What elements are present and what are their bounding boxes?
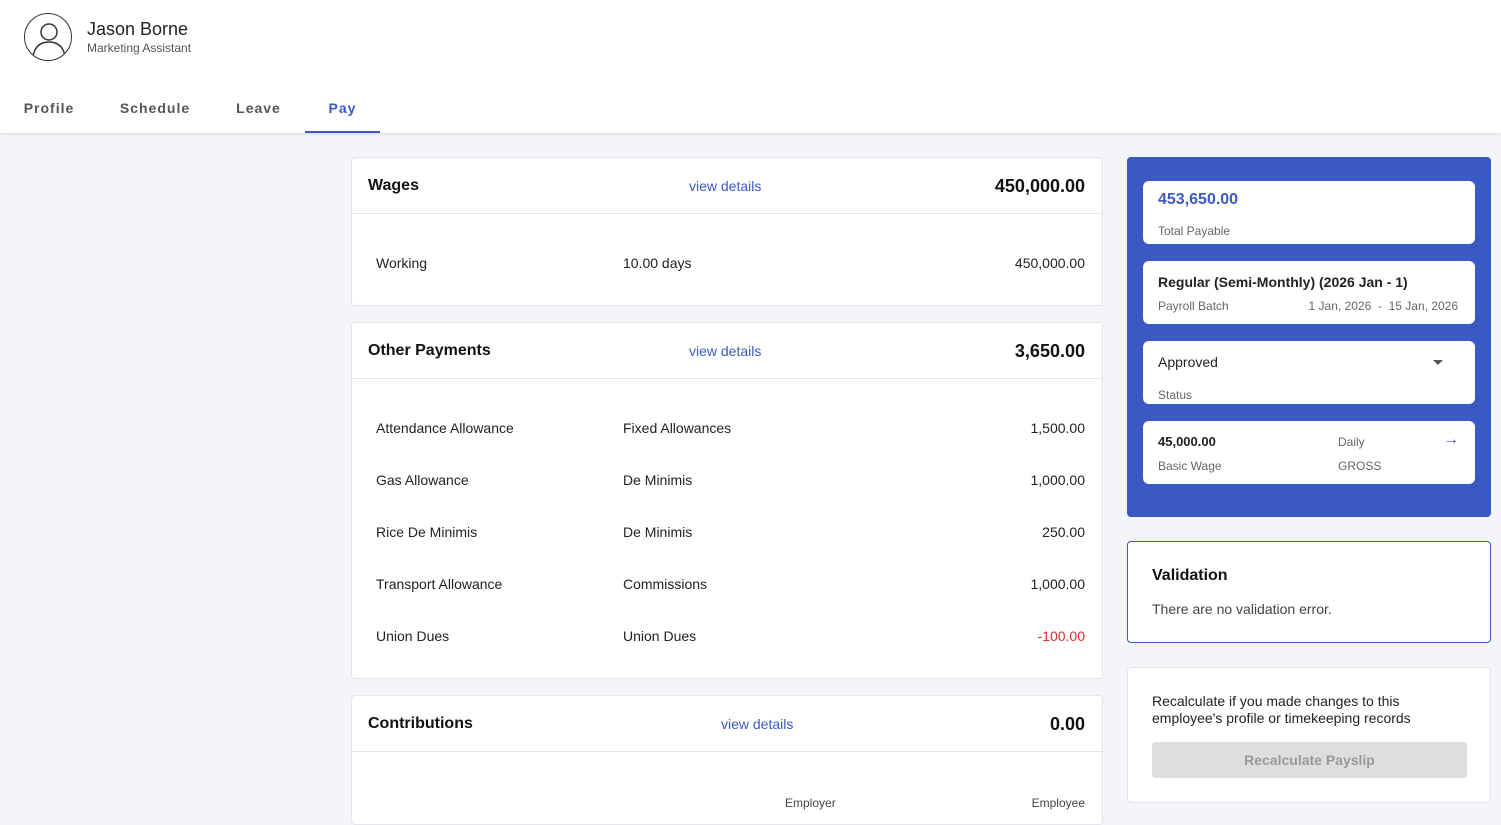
row-type: Union Dues [623, 628, 697, 644]
row-amount: 450,000.00 [1014, 255, 1085, 271]
payroll-batch-name: Regular (Semi-Monthly) (2026 Jan - 1) [1158, 274, 1408, 290]
wages-card-header: Wages view details 450,000.00 [352, 158, 1102, 214]
row-name: Union Dues [376, 628, 450, 644]
column-header-employee: Employee [1031, 796, 1085, 810]
row-type: Commissions [623, 576, 708, 592]
tab-pay[interactable]: Pay [305, 88, 380, 133]
tab-schedule[interactable]: Schedule [106, 88, 204, 133]
other-payments-title: Other Payments [368, 342, 491, 359]
contributions-card: Contributions view details 0.00 Employer… [351, 695, 1103, 825]
contributions-title: Contributions [368, 715, 473, 732]
row-type: De Minimis [623, 472, 693, 488]
table-row: Gas Allowance De Minimis 1,000.00 [352, 466, 1102, 496]
row-amount: -100.00 [1037, 628, 1085, 644]
other-payments-view-details-link[interactable]: view details [689, 343, 761, 359]
table-row: Rice De Minimis De Minimis 250.00 [352, 518, 1102, 548]
row-amount: 1,000.00 [1030, 472, 1086, 488]
contributions-total: 0.00 [1049, 714, 1085, 734]
validation-message: There are no validation error. [1152, 601, 1332, 617]
contributions-view-details-link[interactable]: view details [721, 716, 793, 732]
wage-frequency: Daily [1338, 435, 1365, 449]
status-label: Status [1158, 388, 1193, 402]
total-payable-card: 453,650.00 Total Payable [1143, 181, 1475, 244]
recalculate-card: Recalculate if you made changes to this … [1127, 667, 1491, 803]
other-payments-card-header: Other Payments view details 3,650.00 [352, 323, 1102, 379]
row-name: Gas Allowance [376, 472, 469, 488]
row-name: Attendance Allowance [376, 420, 514, 436]
payslip-summary-panel: 453,650.00 Total Payable Regular (Semi-M… [1127, 157, 1491, 517]
validation-card: Validation There are no validation error… [1127, 541, 1491, 643]
recalculate-message: Recalculate if you made changes to this … [1152, 693, 1411, 726]
table-row: Working 10.00 days 450,000.00 [352, 249, 1102, 279]
table-row: Transport Allowance Commissions 1,000.00 [352, 570, 1102, 600]
row-amount: 1,500.00 [1030, 420, 1086, 436]
basic-wage-card: 45,000.00 Basic Wage Daily GROSS → [1143, 421, 1475, 484]
wages-title: Wages [368, 177, 419, 194]
row-type: 10.00 days [623, 255, 692, 271]
total-payable-label: Total Payable [1158, 224, 1231, 238]
table-row: Union Dues Union Dues -100.00 [352, 622, 1102, 652]
wages-view-details-link[interactable]: view details [689, 178, 761, 194]
status-dropdown[interactable]: Approved Status [1143, 341, 1475, 404]
row-amount: 1,000.00 [1030, 576, 1086, 592]
status-value: Approved [1158, 354, 1218, 370]
arrow-right-icon[interactable]: → [1443, 431, 1459, 449]
chevron-down-icon[interactable] [1433, 360, 1443, 365]
payroll-batch-dates: 1 Jan, 2026 - 15 Jan, 2026 [1309, 299, 1458, 313]
tab-profile[interactable]: Profile [0, 88, 98, 133]
row-type: Fixed Allowances [623, 420, 732, 436]
batch-date-separator: - [1377, 299, 1382, 313]
user-icon [32, 23, 66, 57]
row-name: Rice De Minimis [376, 524, 478, 540]
row-name: Working [376, 255, 428, 271]
wages-total: 450,000.00 [994, 176, 1085, 196]
table-row: Attendance Allowance Fixed Allowances 1,… [352, 414, 1102, 444]
other-payments-card: Other Payments view details 3,650.00 Att… [351, 322, 1103, 679]
basic-wage-amount: 45,000.00 [1158, 434, 1216, 449]
contributions-card-header: Contributions view details 0.00 [352, 696, 1102, 752]
column-header-employer: Employer [785, 796, 836, 810]
payroll-batch-card: Regular (Semi-Monthly) (2026 Jan - 1) Pa… [1143, 261, 1475, 324]
row-type: De Minimis [623, 524, 693, 540]
validation-title: Validation [1152, 567, 1228, 584]
wages-card: Wages view details 450,000.00 Working 10… [351, 157, 1103, 306]
employee-title: Marketing Assistant [87, 41, 192, 55]
recalculate-payslip-button[interactable]: Recalculate Payslip [1152, 742, 1467, 778]
employee-header: Jason Borne Marketing Assistant Profile … [0, 0, 1501, 133]
payroll-batch-label: Payroll Batch [1158, 299, 1229, 313]
tab-leave[interactable]: Leave [212, 88, 305, 133]
total-payable-amount: 453,650.00 [1158, 191, 1239, 208]
avatar [24, 13, 72, 61]
other-payments-total: 3,650.00 [1014, 341, 1085, 361]
basic-wage-label: Basic Wage [1158, 459, 1222, 473]
wage-basis: GROSS [1338, 459, 1382, 473]
batch-end-date: 15 Jan, 2026 [1388, 299, 1458, 313]
batch-start-date: 1 Jan, 2026 [1308, 299, 1372, 313]
row-amount: 250.00 [1042, 524, 1085, 540]
employee-name: Jason Borne [87, 19, 189, 39]
row-name: Transport Allowance [376, 576, 503, 592]
